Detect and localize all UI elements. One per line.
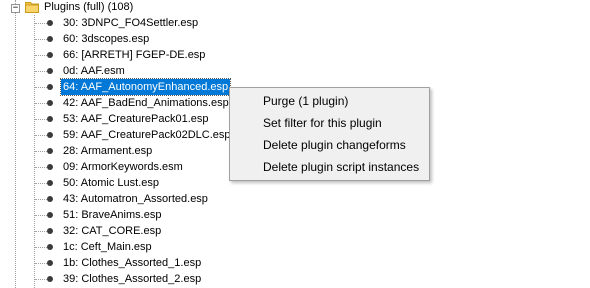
plugin-bullet-icon [47, 228, 53, 234]
plugin-label: 53: AAF_CreaturePack01.esp [63, 113, 209, 125]
folder-icon [25, 2, 39, 13]
plugin-label: 1b: Clothes_Assorted_1.esp [63, 257, 202, 269]
tree-item[interactable]: 30: 3DNPC_FO4Settler.esp [34, 15, 334, 31]
tree-item[interactable]: 60: 3dscopes.esp [34, 31, 334, 47]
plugin-label: 43: Automatron_Assorted.esp [63, 193, 208, 205]
plugin-label: 39: Clothes_Assorted_2.esp [63, 273, 202, 285]
plugin-label: 42: AAF_BadEnd_Animations.esp [63, 97, 229, 109]
plugin-label: 0d: AAF.esm [63, 65, 125, 77]
plugin-bullet-icon [47, 164, 53, 170]
plugin-bullet-icon [47, 244, 53, 250]
plugin-bullet-icon [47, 180, 53, 186]
tree-item[interactable]: 1c: Ceft_Main.esp [34, 239, 334, 255]
plugin-label: 51: BraveAnims.esp [63, 209, 162, 221]
plugin-label: 28: Armament.esp [63, 145, 153, 157]
plugin-bullet-icon [47, 212, 53, 218]
plugin-label: 66: [ARRETH] FGEP-DE.esp [63, 49, 206, 61]
plugin-label: 60: 3dscopes.esp [63, 33, 150, 45]
plugin-label: 30: 3DNPC_FO4Settler.esp [63, 17, 199, 29]
plugin-bullet-icon [47, 100, 53, 106]
menu-item-set-filter[interactable]: Set filter for this plugin [232, 113, 427, 133]
plugin-label: 32: CAT_CORE.esp [63, 225, 162, 237]
tree-item[interactable]: 32: CAT_CORE.esp [34, 223, 334, 239]
plugin-bullet-icon [47, 132, 53, 138]
menu-item-delete-changeforms[interactable]: Delete plugin changeforms [232, 135, 427, 155]
tree-item[interactable]: 1b: Clothes_Assorted_1.esp [34, 255, 334, 271]
tree-item[interactable]: 43: Automatron_Assorted.esp [34, 191, 334, 207]
plugin-label: 64: AAF_AutonomyEnhanced.esp [59, 78, 232, 96]
tree-item[interactable]: 39: Clothes_Assorted_2.esp [34, 271, 334, 287]
plugin-bullet-icon [47, 148, 53, 154]
plugins-root-label[interactable]: Plugins (full) (108) [44, 0, 133, 15]
plugin-bullet-icon [47, 196, 53, 202]
plugin-bullet-icon [47, 36, 53, 42]
menu-item-delete-script-instances[interactable]: Delete plugin script instances [232, 157, 427, 177]
plugin-bullet-icon [47, 20, 53, 26]
plugin-label: 50: Atomic Lust.esp [63, 177, 159, 189]
plugin-label: 59: AAF_CreaturePack02DLC.esp [63, 129, 231, 141]
plugin-bullet-icon [47, 68, 53, 74]
tree-item[interactable]: 66: [ARRETH] FGEP-DE.esp [34, 47, 334, 63]
collapse-expander-icon[interactable]: − [11, 4, 20, 13]
tree-root-line [15, 0, 16, 288]
menu-item-purge[interactable]: Purge (1 plugin) [232, 91, 427, 111]
tree-item[interactable]: 51: BraveAnims.esp [34, 207, 334, 223]
context-menu: Purge (1 plugin) Set filter for this plu… [229, 87, 430, 181]
plugin-bullet-icon [47, 52, 53, 58]
plugin-bullet-icon [47, 116, 53, 122]
plugin-label: 09: ArmorKeywords.esm [63, 161, 183, 173]
tree-item[interactable]: 0d: AAF.esm [34, 63, 334, 79]
plugin-bullet-icon [47, 260, 53, 266]
plugin-label: 1c: Ceft_Main.esp [63, 241, 152, 253]
plugin-bullet-icon [47, 84, 53, 90]
plugin-bullet-icon [47, 276, 53, 282]
